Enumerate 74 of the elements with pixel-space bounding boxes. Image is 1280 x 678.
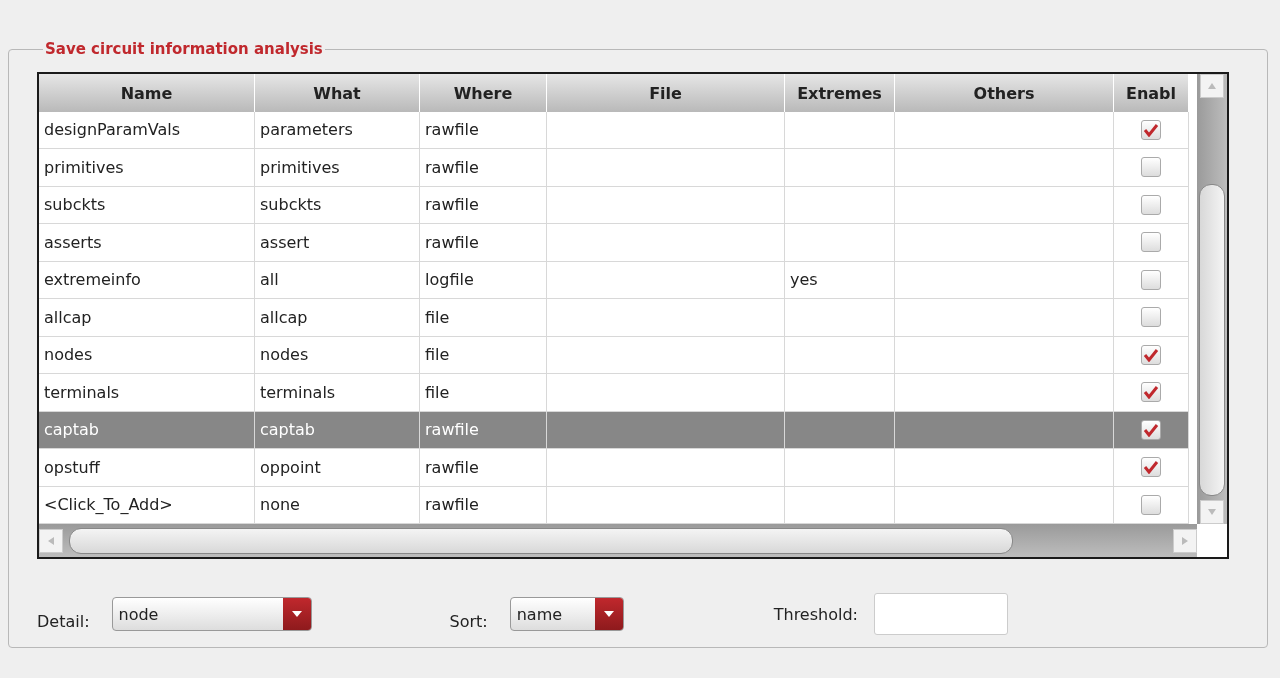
table-cell: file: [420, 374, 547, 412]
scroll-up-icon[interactable]: [1200, 74, 1224, 98]
scroll-thumb[interactable]: [1199, 184, 1225, 496]
table-cell: allcap: [39, 299, 255, 337]
horizontal-scrollbar[interactable]: [39, 524, 1197, 557]
checkbox[interactable]: [1141, 307, 1161, 328]
column-header[interactable]: File: [547, 74, 785, 113]
table-cell: terminals: [39, 374, 255, 412]
column-header[interactable]: Others: [895, 74, 1114, 113]
column-header[interactable]: Where: [420, 74, 547, 113]
threshold-label: Threshold:: [773, 604, 858, 624]
table-cell: captab: [255, 411, 420, 449]
checkbox[interactable]: [1141, 457, 1161, 478]
sort-label: Sort:: [449, 611, 488, 631]
table-cell: subckts: [255, 186, 420, 224]
checkbox[interactable]: [1141, 157, 1161, 178]
table-cell: nodes: [39, 336, 255, 374]
table-cell: rawfile: [420, 486, 547, 524]
column-header[interactable]: What: [255, 74, 420, 113]
checkbox[interactable]: [1141, 382, 1161, 403]
table-cell: allcap: [255, 299, 420, 337]
table-cell: primitives: [255, 149, 420, 187]
table-cell: assert: [255, 224, 420, 262]
table-cell: rawfile: [420, 449, 547, 487]
table-cell: yes: [785, 261, 895, 299]
checkbox[interactable]: [1141, 344, 1161, 365]
table-cell: designParamVals: [39, 111, 255, 149]
scroll-left-icon[interactable]: [39, 528, 63, 553]
checkbox[interactable]: [1141, 119, 1161, 140]
checkmark-icon: [1143, 347, 1159, 362]
table-cell: subckts: [39, 186, 255, 224]
table-cell: captab: [39, 411, 255, 449]
checkbox[interactable]: [1141, 232, 1161, 253]
table-cell: opstuff: [39, 449, 255, 487]
table-cell: <Click_To_Add>: [39, 486, 255, 524]
table-cell: extremeinfo: [39, 261, 255, 299]
dropdown-caret-icon: [290, 610, 303, 618]
table-cell: nodes: [255, 336, 420, 374]
table-cell: rawfile: [420, 411, 547, 449]
scroll-right-icon[interactable]: [1173, 528, 1197, 553]
scroll-down-icon[interactable]: [1200, 500, 1224, 524]
sort-dropdown[interactable]: name: [509, 597, 624, 631]
table-cell: rawfile: [420, 111, 547, 149]
column-header[interactable]: Name: [39, 74, 255, 113]
table-cell: file: [420, 336, 547, 374]
scroll-thumb[interactable]: [69, 527, 1013, 554]
table-cell: none: [255, 486, 420, 524]
checkmark-icon: [1143, 422, 1159, 437]
table-cell: logfile: [420, 261, 547, 299]
table-cell: asserts: [39, 224, 255, 262]
group-title: Save circuit information analysis: [44, 40, 324, 58]
detail-dropdown[interactable]: node: [111, 597, 312, 631]
checkbox[interactable]: [1141, 194, 1161, 215]
table-cell: file: [420, 299, 547, 337]
table-cell: rawfile: [420, 149, 547, 187]
dropdown-caret-icon: [602, 610, 615, 618]
table-cell: rawfile: [420, 186, 547, 224]
table-cell: rawfile: [420, 224, 547, 262]
checkbox[interactable]: [1141, 269, 1161, 290]
checkmark-icon: [1143, 460, 1159, 475]
checkbox[interactable]: [1141, 419, 1161, 440]
detail-label: Detail:: [37, 611, 90, 631]
checkmark-icon: [1143, 385, 1159, 400]
table-cell: parameters: [255, 111, 420, 149]
table-cell: oppoint: [255, 449, 420, 487]
table-cell: primitives: [39, 149, 255, 187]
checkbox[interactable]: [1141, 494, 1161, 515]
threshold-field[interactable]: [873, 593, 1008, 635]
column-header[interactable]: Enabl: [1114, 74, 1189, 113]
checkmark-icon: [1143, 122, 1159, 137]
vertical-scrollbar[interactable]: [1197, 74, 1227, 524]
table-cell: all: [255, 261, 420, 299]
table-cell: terminals: [255, 374, 420, 412]
column-header[interactable]: Extremes: [785, 74, 895, 113]
